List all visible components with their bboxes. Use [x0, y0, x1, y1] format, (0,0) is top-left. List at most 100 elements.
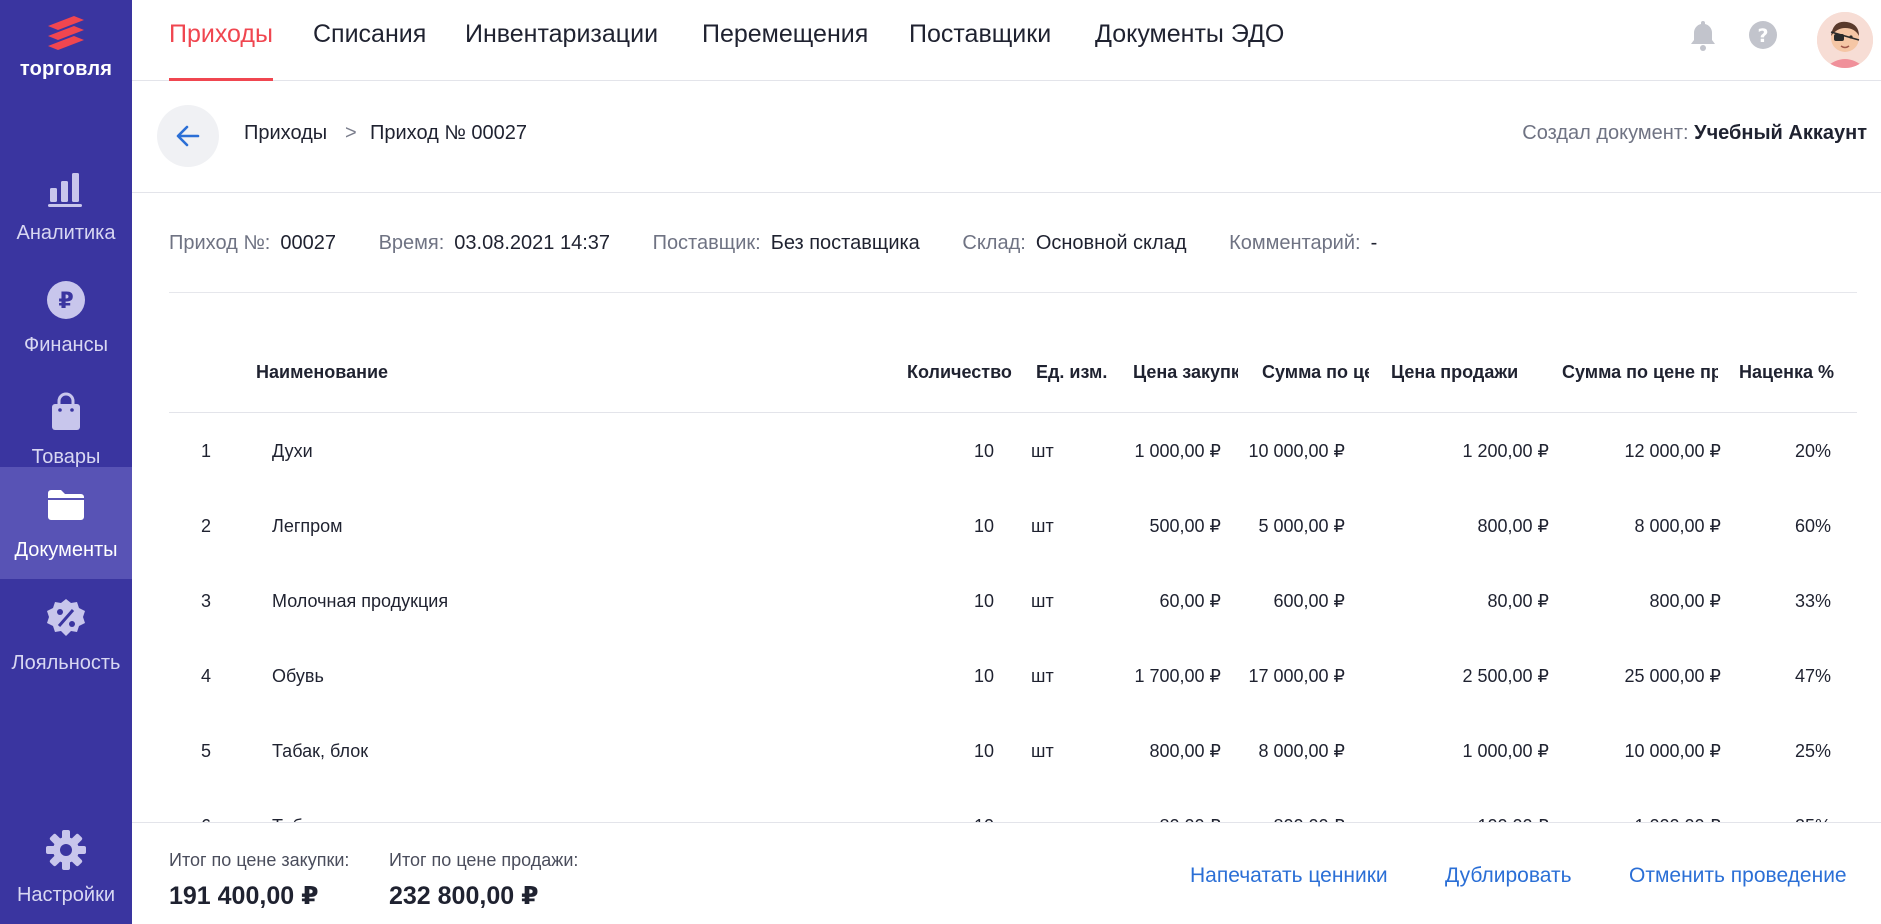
shopping-bag-icon: [52, 392, 80, 430]
arrow-left-icon: [176, 125, 200, 147]
number-label: Приход №:: [169, 232, 271, 254]
bell-icon[interactable]: [1685, 17, 1721, 53]
sale-price: 1 000,00 ₽: [1462, 741, 1549, 761]
footer-bar: Итог по цене закупки: 191 400,00 ₽ Итог …: [132, 822, 1881, 924]
row-number: 3: [201, 591, 212, 611]
column-header-markup[interactable]: Наценка %: [1739, 362, 1839, 383]
sale-sum: 8 000,00 ₽: [1634, 516, 1721, 536]
tab-edo-documents[interactable]: Документы ЭДО: [1095, 20, 1284, 81]
purchase-sum: 10 000,00 ₽: [1248, 441, 1345, 461]
total-sale-label: Итог по цене продажи:: [389, 850, 579, 870]
purchase-price: 1 700,00 ₽: [1134, 666, 1221, 686]
avatar-icon: [1817, 12, 1873, 68]
column-header-name[interactable]: Наименование: [256, 362, 388, 383]
item-unit: шт: [1031, 741, 1054, 761]
item-quantity: 10: [973, 741, 994, 761]
breadcrumb-parent[interactable]: Приходы: [244, 122, 327, 145]
table-row[interactable]: 2 Легпром 10 шт 500,00 ₽ 5 000,00 ₽ 800,00 ₽ 8 …: [169, 488, 1857, 563]
logo[interactable]: торговля: [0, 14, 132, 81]
tab-inventories[interactable]: Инвентаризации: [465, 20, 658, 81]
table-row[interactable]: 5 Табак, блок 10 шт 800,00 ₽ 8 000,00 ₽ 1 000,…: [169, 713, 1857, 788]
sale-price: 2 500,00 ₽: [1462, 666, 1549, 686]
warehouse-label: Склад:: [962, 232, 1026, 254]
folder-icon: [48, 490, 84, 520]
print-price-tags-button[interactable]: Напечатать ценники: [1190, 864, 1388, 888]
markup-percent: 20%: [1794, 441, 1831, 461]
sale-sum: 25 000,00 ₽: [1624, 666, 1721, 686]
column-header-quantity[interactable]: Количество: [907, 362, 1016, 383]
sidebar-item-loyalty[interactable]: Лояльность: [0, 580, 132, 692]
supplier-value: Без поставщика: [770, 232, 920, 254]
markup-percent: 25%: [1794, 741, 1831, 761]
top-tabs-bar: Приходы Списания Инвентаризации Перемеще…: [132, 0, 1881, 81]
item-name: Молочная продукция: [272, 591, 449, 611]
sidebar-item-label: Документы: [14, 539, 118, 561]
table-body: 1 Духи 10 шт 1 000,00 ₽ 10 000,00 ₽ 1 200,00 ₽…: [169, 413, 1857, 863]
gear-icon: [46, 830, 86, 870]
purchase-sum: 8 000,00 ₽: [1258, 741, 1345, 761]
help-icon[interactable]: ?: [1745, 17, 1781, 53]
user-avatar[interactable]: [1817, 12, 1873, 68]
svg-text:₽: ₽: [58, 289, 73, 314]
item-unit: шт: [1031, 441, 1054, 461]
item-name: Легпром: [272, 516, 343, 536]
item-unit: шт: [1031, 591, 1054, 611]
discount-icon: [47, 599, 85, 636]
total-purchase-value: 191 400,00 ₽: [169, 882, 319, 910]
tab-incoming[interactable]: Приходы: [169, 20, 273, 81]
table-row[interactable]: 4 Обувь 10 шт 1 700,00 ₽ 17 000,00 ₽ 2 500,00 …: [169, 638, 1857, 713]
column-header-sale-price[interactable]: Цена продажи: [1391, 362, 1531, 383]
column-header-purchase-price[interactable]: Цена закупки: [1133, 362, 1238, 383]
sale-price: 800,00 ₽: [1477, 516, 1549, 536]
column-header-purchase-sum[interactable]: Сумма по цене закупки: [1262, 362, 1369, 383]
logo-icon: [48, 16, 84, 50]
item-quantity: 10: [973, 441, 994, 461]
sidebar-item-analytics[interactable]: Аналитика: [0, 150, 132, 262]
cancel-posting-button[interactable]: Отменить проведение: [1629, 864, 1847, 888]
column-header-sale-sum[interactable]: Сумма по цене продажи: [1562, 362, 1718, 383]
sidebar-item-label: Настройки: [16, 884, 116, 906]
sale-sum: 800,00 ₽: [1649, 591, 1721, 611]
item-name: Обувь: [272, 666, 324, 686]
sidebar-item-label: Товары: [31, 446, 101, 468]
creator-value: Учебный Аккаунт: [1694, 122, 1867, 144]
item-quantity: 10: [973, 591, 994, 611]
purchase-sum: 5 000,00 ₽: [1258, 516, 1345, 536]
ruble-icon: ₽: [47, 281, 85, 319]
sidebar-item-label: Финансы: [24, 334, 108, 356]
row-number: 1: [201, 441, 212, 461]
table-header: Наименование Количество Ед. изм. Цена за…: [169, 340, 1857, 413]
column-header-unit[interactable]: Ед. изм.: [1036, 362, 1110, 383]
tab-suppliers[interactable]: Поставщики: [909, 20, 1051, 81]
warehouse-value: Основной склад: [1035, 232, 1187, 254]
sidebar-item-finance[interactable]: ₽ Финансы: [0, 262, 132, 374]
time-label: Время:: [378, 232, 445, 254]
sale-price: 1 200,00 ₽: [1462, 441, 1549, 461]
svg-text:?: ?: [1757, 25, 1768, 47]
comment-label: Комментарий:: [1229, 232, 1361, 254]
items-table: Наименование Количество Ед. изм. Цена за…: [169, 340, 1857, 863]
row-number: 5: [201, 741, 212, 761]
back-button[interactable]: [157, 105, 219, 167]
total-purchase-label: Итог по цене закупки:: [169, 850, 350, 870]
item-quantity: 10: [973, 666, 994, 686]
tab-writeoffs[interactable]: Списания: [313, 20, 426, 81]
table-row[interactable]: 3 Молочная продукция 10 шт 60,00 ₽ 600,00 ₽ 80…: [169, 563, 1857, 638]
purchase-price: 60,00 ₽: [1159, 591, 1222, 611]
tab-transfers[interactable]: Перемещения: [702, 20, 868, 81]
markup-percent: 33%: [1794, 591, 1831, 611]
sale-sum: 12 000,00 ₽: [1624, 441, 1721, 461]
table-row[interactable]: 1 Духи 10 шт 1 000,00 ₽ 10 000,00 ₽ 1 200,00 ₽…: [169, 413, 1857, 488]
logo-text: торговля: [19, 58, 113, 80]
duplicate-button[interactable]: Дублировать: [1445, 864, 1572, 888]
row-number: 4: [201, 666, 212, 686]
document-creator: Создал документ: Учебный Аккаунт: [1522, 122, 1867, 145]
total-sale-value: 232 800,00 ₽: [389, 882, 539, 910]
sidebar-item-documents[interactable]: Документы: [0, 467, 132, 579]
sidebar-item-settings[interactable]: Настройки: [0, 812, 132, 924]
sidebar-item-label: Лояльность: [11, 652, 121, 674]
purchase-price: 500,00 ₽: [1149, 516, 1221, 536]
supplier-label: Поставщик:: [652, 232, 761, 254]
sidebar: торговля Аналитика ₽ Финансы Товары Доку: [0, 0, 132, 924]
bar-chart-icon: [48, 173, 82, 207]
